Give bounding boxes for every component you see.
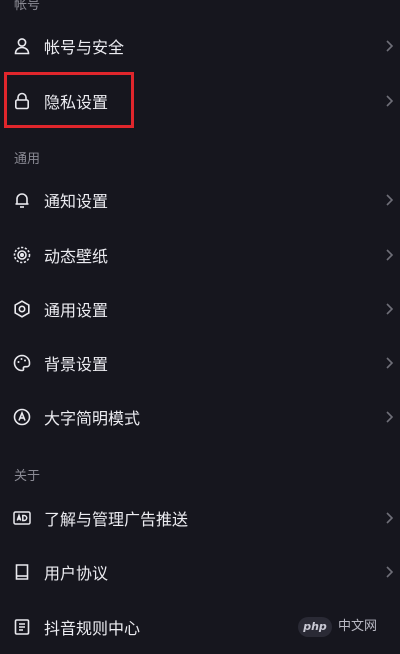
watermark: php 中文网 [298, 616, 394, 638]
ad-icon [12, 508, 32, 528]
settings-item-label: 帐号与安全 [44, 38, 125, 57]
section-header-account: 帐号 [14, 0, 41, 13]
settings-screen: 帐号 帐号与安全 隐私设置 通用 通知设置 动态壁纸 通用设置 背景设置 大字简… [0, 0, 400, 641]
chevron-right-icon [384, 565, 394, 579]
settings-item-label: 用户协议 [44, 564, 109, 583]
chevron-right-icon [384, 248, 394, 262]
settings-item-notifications[interactable]: 通知设置 [0, 173, 400, 227]
settings-item-label: 背景设置 [44, 355, 109, 374]
settings-item-background[interactable]: 背景设置 [0, 336, 400, 390]
watermark-logo: php [298, 617, 332, 637]
section-header-about: 关于 [14, 469, 41, 484]
chevron-right-icon [384, 511, 394, 525]
chevron-right-icon [384, 410, 394, 424]
settings-item-live-wallpaper[interactable]: 动态壁纸 [0, 228, 400, 282]
settings-item-user-agreement[interactable]: 用户协议 [0, 545, 400, 599]
settings-item-ad-management[interactable]: 了解与管理广告推送 [0, 491, 400, 545]
chevron-right-icon [384, 356, 394, 370]
rules-icon [12, 617, 32, 637]
chevron-right-icon [384, 94, 394, 108]
section-header-general: 通用 [14, 152, 41, 167]
palette-icon [12, 353, 32, 373]
bell-icon [12, 190, 32, 210]
gear-icon [12, 299, 32, 319]
book-icon [12, 562, 32, 582]
settings-item-label: 动态壁纸 [44, 247, 109, 266]
settings-item-label: 通用设置 [44, 301, 109, 320]
settings-item-label: 了解与管理广告推送 [44, 510, 189, 529]
font-size-icon [12, 407, 32, 427]
settings-item-account-security[interactable]: 帐号与安全 [0, 19, 400, 73]
chevron-right-icon [384, 39, 394, 53]
highlight-box [4, 72, 134, 128]
settings-item-general[interactable]: 通用设置 [0, 282, 400, 336]
chevron-right-icon [384, 302, 394, 316]
watermark-text: 中文网 [338, 619, 378, 634]
settings-item-label: 大字简明模式 [44, 409, 141, 428]
wallpaper-icon [12, 245, 32, 265]
settings-item-label: 抖音规则中心 [44, 619, 141, 638]
chevron-right-icon [384, 193, 394, 207]
settings-item-large-font-mode[interactable]: 大字简明模式 [0, 390, 400, 444]
settings-item-label: 通知设置 [44, 192, 109, 211]
user-icon [12, 36, 32, 56]
